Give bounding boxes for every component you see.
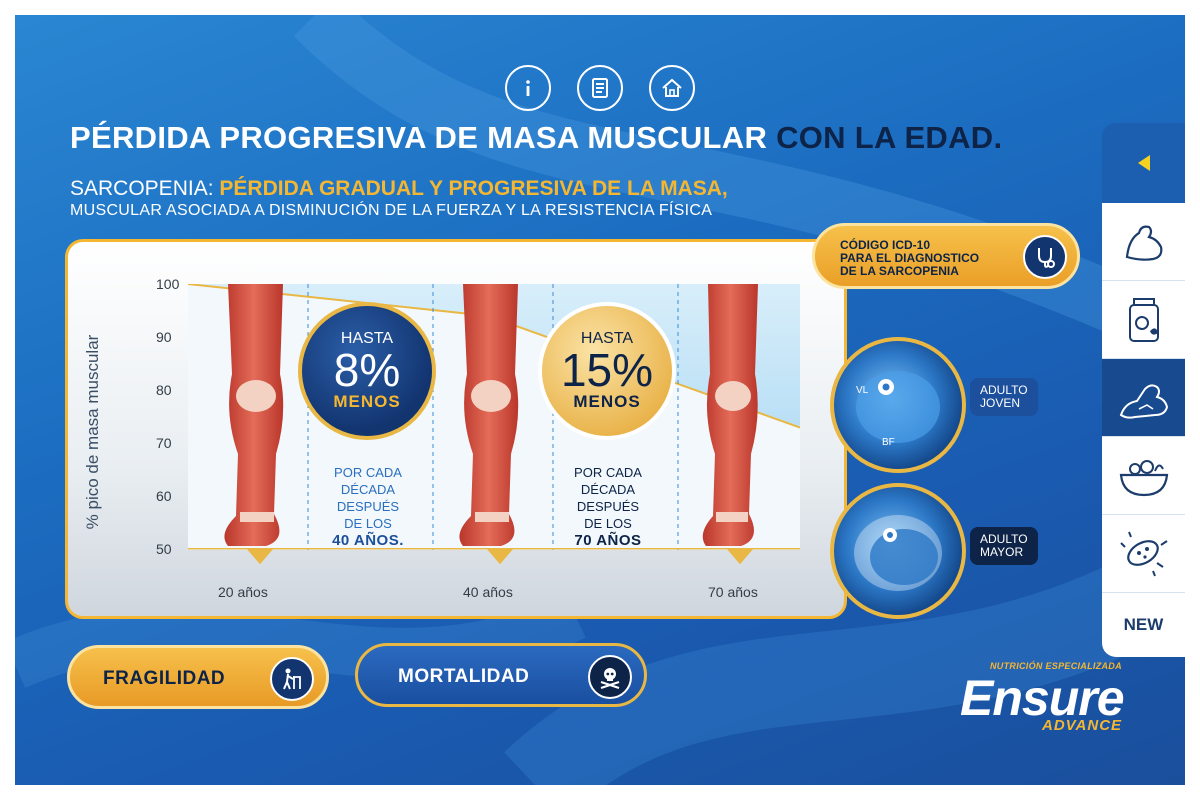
title-white: PÉRDIDA PROGRESIVA DE MASA MUSCULAR	[70, 120, 768, 155]
scan-young-adult: VL BF	[830, 337, 966, 473]
elderly-walker-icon	[270, 657, 314, 701]
older-adult-label: ADULTO MAYOR	[970, 527, 1038, 565]
x-tick: 70 años	[708, 584, 758, 600]
sidebar-item-supplement[interactable]	[1102, 281, 1185, 359]
tag-vl: VL	[856, 385, 869, 396]
sidebar-item-microbiome[interactable]	[1102, 515, 1185, 593]
note-line: DESPUÉS	[576, 499, 640, 514]
x-tick: 20 años	[218, 584, 268, 600]
y-tick: 80	[156, 382, 172, 398]
note-line: DESPUÉS	[336, 499, 400, 514]
fragility-label: FRAGILIDAD	[103, 668, 226, 689]
icd10-diagnosis-button[interactable]: CÓDIGO ICD-10 PARA EL DIAGNOSTICO DE LA …	[812, 223, 1080, 289]
y-tick: 60	[156, 488, 172, 504]
top-nav	[505, 65, 695, 111]
note-line: POR CADA	[574, 465, 642, 480]
home-button[interactable]	[649, 65, 695, 111]
x-tick: 40 años	[463, 584, 513, 600]
tag-bf: BF	[882, 437, 895, 448]
young-adult-label: ADULTO JOVEN	[970, 378, 1038, 416]
right-sidebar: NEW	[1102, 123, 1185, 673]
note-70-years: POR CADA DÉCADA DESPUÉS DE LOS 70 AÑOS	[558, 464, 658, 549]
sidebar-item-strength[interactable]	[1102, 359, 1185, 437]
chart-area	[188, 284, 800, 550]
bacteria-icon	[1119, 531, 1168, 576]
skull-crossbones-icon	[588, 655, 632, 699]
y-axis-label: % pico de masa muscular	[83, 334, 102, 530]
x-axis-chevrons	[188, 548, 800, 565]
home-icon	[662, 78, 682, 97]
arm-strength-icon	[1119, 383, 1168, 419]
page-title: PÉRDIDA PROGRESIVA DE MASA MUSCULAR CON …	[70, 120, 1002, 156]
note-line: DÉCADA	[580, 482, 636, 497]
subtitle-highlight: PÉRDIDA GRADUAL Y PROGRESIVA DE LA MASA,	[219, 177, 728, 200]
y-tick: 90	[156, 329, 172, 345]
subtitle-line-1: SARCOPENIA: PÉRDIDA GRADUAL Y PROGRESIVA…	[70, 177, 728, 201]
info-icon	[526, 80, 530, 96]
triangle-left-icon	[1137, 155, 1150, 171]
icd-line: DE LA SARCOPENIA	[840, 264, 959, 278]
badge-top-label: HASTA	[580, 330, 634, 347]
collapse-sidebar-button[interactable]	[1102, 123, 1185, 203]
muscle-arm-icon	[1125, 225, 1162, 261]
label-line: JOVEN	[980, 396, 1021, 410]
note-line: 70 AÑOS	[574, 532, 642, 549]
sidebar-item-nutrition[interactable]	[1102, 437, 1185, 515]
y-tick: 50	[156, 541, 172, 557]
stethoscope-icon	[1023, 235, 1067, 279]
info-button[interactable]	[505, 65, 551, 111]
mortality-label: MORTALIDAD	[398, 666, 530, 687]
badge-bottom-label: MENOS	[333, 392, 401, 411]
note-40-years: POR CADA DÉCADA DESPUÉS DE LOS 40 AÑOS.	[318, 464, 418, 549]
book-button[interactable]	[577, 65, 623, 111]
badge-top-label: HASTA	[340, 330, 394, 347]
app-screen: PÉRDIDA PROGRESIVA DE MASA MUSCULAR CON …	[15, 15, 1185, 785]
decline-badge-15: HASTA 15% MENOS	[538, 302, 676, 440]
chart-svg	[188, 284, 800, 550]
fragility-button[interactable]: FRAGILIDAD	[67, 645, 329, 709]
food-bowl-icon	[1119, 459, 1168, 496]
note-line: DÉCADA	[340, 482, 396, 497]
sidebar-item-muscle[interactable]	[1102, 203, 1185, 281]
new-label: NEW	[1123, 615, 1164, 634]
note-line: DE LOS	[584, 516, 632, 531]
supplement-jar-icon	[1128, 297, 1159, 342]
note-line: POR CADA	[334, 465, 402, 480]
brand-sub: ADVANCE	[1042, 717, 1123, 734]
decline-badge-8: HASTA 8% MENOS	[298, 302, 436, 440]
note-line: 40 AÑOS.	[332, 532, 404, 549]
book-icon	[592, 78, 608, 98]
icd-label: CÓDIGO ICD-10 PARA EL DIAGNOSTICO DE LA …	[840, 239, 979, 278]
subtitle-line-2: MUSCULAR ASOCIADA A DISMINUCIÓN DE LA FU…	[70, 202, 713, 219]
mortality-button[interactable]: MORTALIDAD	[355, 643, 647, 707]
sidebar-item-new[interactable]: NEW	[1102, 593, 1185, 657]
subtitle-prefix: SARCOPENIA:	[70, 177, 214, 200]
y-tick: 100	[156, 276, 180, 292]
badge-value: 8%	[333, 344, 401, 396]
label-line: MAYOR	[980, 545, 1024, 559]
note-line: DE LOS	[344, 516, 392, 531]
badge-value: 15%	[560, 344, 654, 396]
y-tick: 70	[156, 435, 172, 451]
title-dark: CON LA EDAD.	[776, 120, 1003, 155]
scan-older-adult	[830, 483, 966, 619]
chart-panel: % pico de masa muscular 100 90 80 70 60 …	[65, 239, 847, 619]
